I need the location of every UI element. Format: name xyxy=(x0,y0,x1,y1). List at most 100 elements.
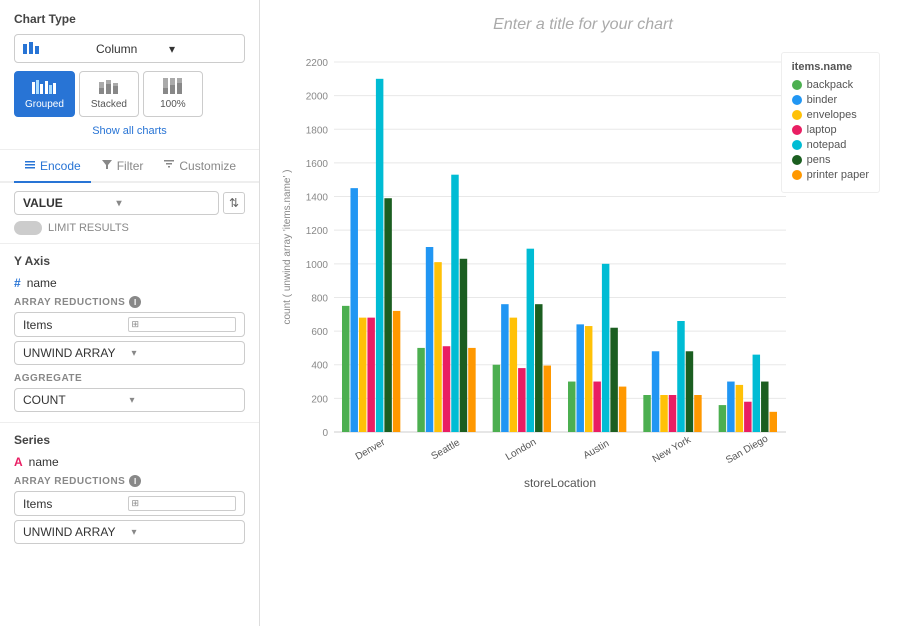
text-icon: A xyxy=(14,455,23,469)
svg-text:0: 0 xyxy=(322,428,328,439)
series-unwind-array-label: UNWIND ARRAY xyxy=(23,525,128,539)
chart-type-dropdown[interactable]: Column ▾ xyxy=(14,34,245,63)
items-label: Items xyxy=(23,318,124,332)
series-array-reductions-info-icon[interactable]: i xyxy=(129,475,141,487)
legend-title: items.name xyxy=(792,61,869,73)
legend-color-dot xyxy=(792,125,802,135)
items-expand-icon[interactable]: ⊞ xyxy=(128,317,237,332)
stacked-icon xyxy=(97,78,121,97)
customize-icon xyxy=(163,158,175,173)
grouped-button[interactable]: Grouped xyxy=(14,71,75,117)
svg-text:storeLocation: storeLocation xyxy=(524,476,596,490)
y-axis-section: Y Axis # name ARRAY REDUCTIONS i Items ⊞… xyxy=(0,244,259,423)
svg-text:1400: 1400 xyxy=(306,193,329,204)
100percent-label: 100% xyxy=(160,99,186,110)
y-axis-title: Y Axis xyxy=(14,254,245,268)
legend-item: pens xyxy=(792,154,869,166)
legend-item: notepad xyxy=(792,139,869,151)
tab-filter[interactable]: Filter xyxy=(91,150,154,183)
svg-text:1600: 1600 xyxy=(306,159,329,170)
count-arrow-icon: ▾ xyxy=(130,395,237,406)
legend-item-label: notepad xyxy=(807,139,847,151)
tabs-row: Encode Filter Customize xyxy=(0,150,259,183)
100percent-button[interactable]: 100% xyxy=(143,71,203,117)
limit-toggle[interactable] xyxy=(14,221,42,235)
legend-item: binder xyxy=(792,94,869,106)
svg-text:1000: 1000 xyxy=(306,260,329,271)
y-axis-field-row: # name xyxy=(14,276,245,290)
tab-customize[interactable]: Customize xyxy=(153,150,246,183)
legend-item-label: backpack xyxy=(807,79,853,91)
legend-color-dot xyxy=(792,170,802,180)
grouped-icon xyxy=(32,78,56,97)
legend-item-label: envelopes xyxy=(807,109,857,121)
legend-color-dot xyxy=(792,155,802,165)
legend-item: laptop xyxy=(792,124,869,136)
legend-color-dot xyxy=(792,80,802,90)
chart-title[interactable]: Enter a title for your chart xyxy=(276,16,890,34)
svg-text:2000: 2000 xyxy=(306,92,329,103)
tab-filter-label: Filter xyxy=(117,159,144,173)
series-title: Series xyxy=(14,433,245,447)
limit-label: LIMIT RESULTS xyxy=(48,222,129,234)
svg-text:600: 600 xyxy=(311,327,328,338)
legend-item-label: laptop xyxy=(807,124,837,136)
legend-item-label: pens xyxy=(807,154,831,166)
legend-item-label: printer paper xyxy=(807,169,869,181)
chart-type-arrow-icon: ▾ xyxy=(169,42,236,56)
svg-text:800: 800 xyxy=(311,293,328,304)
svg-text:400: 400 xyxy=(311,361,328,372)
series-items-dropdown[interactable]: Items ⊞ xyxy=(14,491,245,516)
stacked-button[interactable]: Stacked xyxy=(79,71,139,117)
legend-item: printer paper xyxy=(792,169,869,181)
sort-button[interactable]: ⇅ xyxy=(223,192,245,214)
svg-text:1200: 1200 xyxy=(306,226,329,237)
chart-type-select-row: Column ▾ xyxy=(14,34,245,63)
tab-encode-label: Encode xyxy=(40,159,81,173)
chart-buttons-row: Grouped Stacked 100% xyxy=(14,71,245,117)
svg-text:1800: 1800 xyxy=(306,125,329,136)
legend-color-dot xyxy=(792,140,802,150)
left-panel: Chart Type Column ▾ Grouped xyxy=(0,0,260,626)
svg-text:200: 200 xyxy=(311,394,328,405)
unwind-array-dropdown[interactable]: UNWIND ARRAY ▾ xyxy=(14,341,245,365)
count-dropdown[interactable]: COUNT ▾ xyxy=(14,388,245,412)
chart-container: 0 200 400 600 800 1000 1200 1400 1600 1800 2000 220… xyxy=(276,42,890,610)
hash-icon: # xyxy=(14,276,21,290)
main-layout: Chart Type Column ▾ Grouped xyxy=(0,0,906,626)
legend-color-dot xyxy=(792,95,802,105)
items-dropdown[interactable]: Items ⊞ xyxy=(14,312,245,337)
chart-legend: items.name backpack binder envelopes laptop… xyxy=(781,52,880,193)
encode-icon xyxy=(24,158,36,173)
series-unwind-array-dropdown[interactable]: UNWIND ARRAY ▾ xyxy=(14,520,245,544)
series-field-row: A name xyxy=(14,455,245,469)
unwind-arrow-icon: ▾ xyxy=(132,348,237,359)
svg-text:count ( unwind array 'items.na: count ( unwind array 'items.name' ) xyxy=(282,170,293,325)
tab-encode[interactable]: Encode xyxy=(14,150,91,183)
count-label: COUNT xyxy=(23,393,130,407)
legend-item: backpack xyxy=(792,79,869,91)
right-panel: Enter a title for your chart 0 200 400 600 8… xyxy=(260,0,906,626)
chart-type-label: Chart Type xyxy=(14,12,245,26)
column-icon xyxy=(23,40,90,57)
array-reductions-info-icon[interactable]: i xyxy=(129,296,141,308)
filter-icon xyxy=(101,158,113,173)
tab-customize-label: Customize xyxy=(179,159,236,173)
value-label: VALUE xyxy=(23,196,116,210)
value-dropdown[interactable]: VALUE ▾ xyxy=(14,191,219,215)
limit-row: LIMIT RESULTS xyxy=(14,221,245,235)
grouped-label: Grouped xyxy=(25,99,64,110)
encode-section: VALUE ▾ ⇅ LIMIT RESULTS xyxy=(0,183,259,244)
y-axis-field-name: name xyxy=(27,276,57,290)
series-items-expand-icon[interactable]: ⊞ xyxy=(128,496,237,511)
legend-color-dot xyxy=(792,110,802,120)
100percent-icon xyxy=(161,78,185,97)
svg-text:2200: 2200 xyxy=(306,58,329,69)
stacked-label: Stacked xyxy=(91,99,127,110)
value-arrow-icon: ▾ xyxy=(116,198,209,209)
value-row: VALUE ▾ ⇅ xyxy=(14,191,245,215)
aggregate-label: AGGREGATE xyxy=(14,373,245,384)
show-all-charts-link[interactable]: Show all charts xyxy=(14,125,245,137)
series-unwind-arrow-icon: ▾ xyxy=(132,527,237,538)
legend-item: envelopes xyxy=(792,109,869,121)
